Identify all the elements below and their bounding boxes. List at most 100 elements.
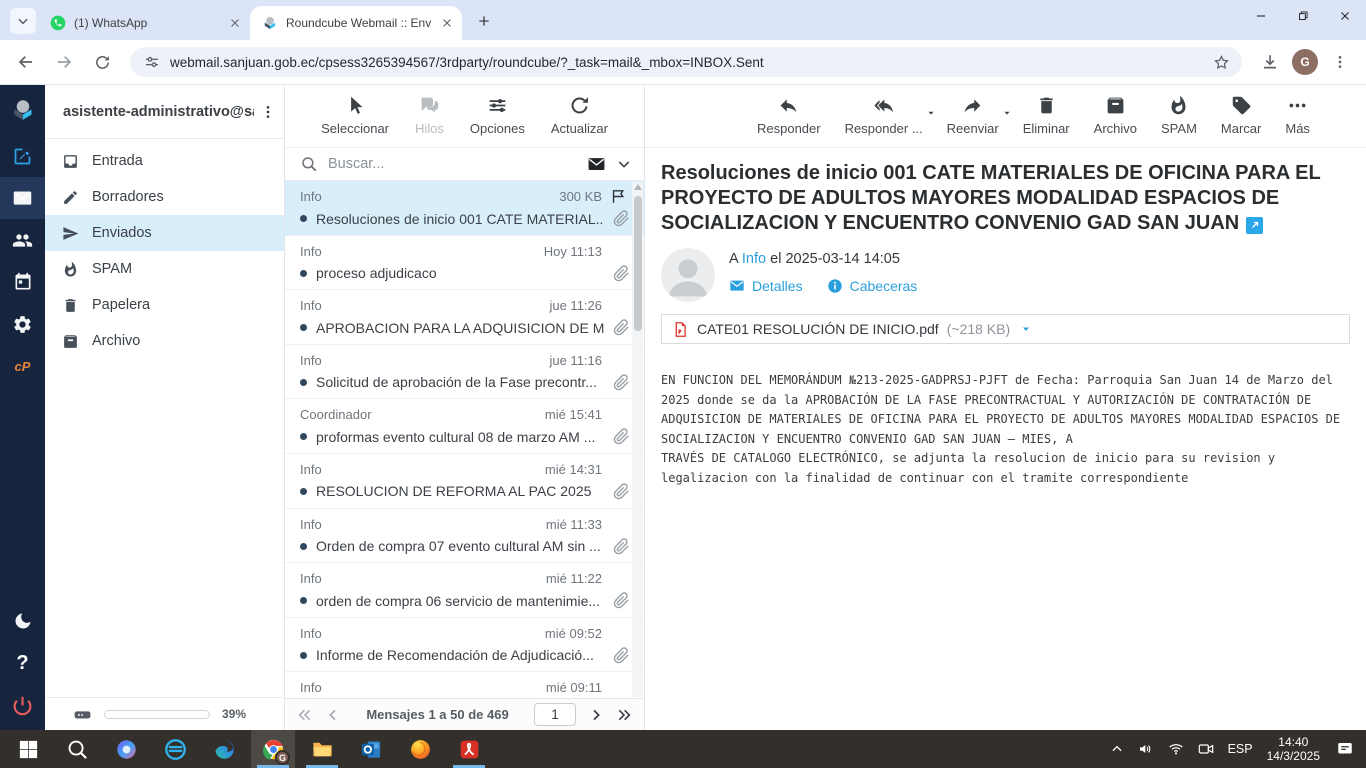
taskbar-outlook-button[interactable] bbox=[349, 730, 393, 768]
folder-item-spam[interactable]: SPAM bbox=[45, 251, 284, 287]
message-row[interactable]: Infomié 09:11 bbox=[285, 672, 644, 698]
last-page-button[interactable] bbox=[616, 707, 632, 723]
taskbar-edge-button[interactable] bbox=[202, 730, 246, 768]
message-row[interactable]: Infomié 14:31RESOLUCION DE REFORMA AL PA… bbox=[285, 454, 644, 509]
taskbar-copilot-button[interactable] bbox=[104, 730, 148, 768]
reload-button[interactable] bbox=[86, 46, 118, 78]
new-tab-button[interactable] bbox=[470, 7, 498, 35]
notification-icon[interactable] bbox=[1336, 740, 1354, 758]
meet-now-icon[interactable] bbox=[1198, 741, 1214, 757]
close-window-button[interactable] bbox=[1324, 0, 1366, 32]
taskbar-acrobat-button[interactable] bbox=[447, 730, 491, 768]
rail-logout-button[interactable] bbox=[0, 684, 45, 726]
message-row[interactable]: Infomié 11:22orden de compra 06 servicio… bbox=[285, 563, 644, 618]
list-options-button[interactable]: Opciones bbox=[470, 95, 525, 147]
chevron-down-icon[interactable] bbox=[616, 156, 632, 172]
first-page-button[interactable] bbox=[297, 707, 313, 723]
taskbar-ie-button[interactable] bbox=[153, 730, 197, 768]
back-button[interactable] bbox=[10, 46, 42, 78]
scrollbar-thumb[interactable] bbox=[634, 196, 642, 331]
message-row[interactable]: Info300 KBResoluciones de inicio 001 CAT… bbox=[285, 181, 644, 236]
message-delete-button[interactable]: Eliminar bbox=[1023, 95, 1070, 147]
browser-menu-button[interactable] bbox=[1324, 46, 1356, 78]
message-row[interactable]: Coordinadormié 15:41proformas evento cul… bbox=[285, 399, 644, 454]
volume-icon[interactable] bbox=[1138, 741, 1154, 757]
bookmark-star-icon[interactable] bbox=[1213, 54, 1230, 71]
page-number-input[interactable] bbox=[534, 703, 576, 726]
rail-compose-button[interactable] bbox=[0, 135, 45, 177]
message-row[interactable]: Infomié 09:52Informe de Recomendación de… bbox=[285, 618, 644, 673]
attachment-row[interactable]: CATE01 RESOLUCIÓN DE INICIO.pdf (~218 KB… bbox=[661, 314, 1350, 344]
browser-profile-avatar[interactable]: G bbox=[1292, 49, 1318, 75]
scroll-up-arrow[interactable] bbox=[634, 184, 642, 190]
dropdown-caret-icon[interactable] bbox=[926, 108, 936, 118]
address-bar[interactable]: webmail.sanjuan.gob.ec/cpsess3265394567/… bbox=[130, 47, 1242, 77]
message-reply-button[interactable]: Responder bbox=[757, 95, 821, 147]
tab-search-button[interactable] bbox=[10, 8, 36, 34]
forward-button[interactable] bbox=[48, 46, 80, 78]
rail-settings-button[interactable] bbox=[0, 303, 45, 345]
taskbar-firefox-button[interactable] bbox=[398, 730, 442, 768]
list-select-button[interactable]: Seleccionar bbox=[321, 95, 389, 147]
taskbar-search-button[interactable] bbox=[55, 730, 99, 768]
restore-button[interactable] bbox=[1282, 0, 1324, 32]
list-refresh-button[interactable]: Actualizar bbox=[551, 95, 608, 147]
search-input[interactable] bbox=[328, 156, 577, 172]
rail-help-button[interactable]: ? bbox=[0, 642, 45, 684]
folder-item-archivo[interactable]: Archivo bbox=[45, 323, 284, 359]
message-row[interactable]: Infomié 11:33Orden de compra 07 evento c… bbox=[285, 509, 644, 564]
prev-page-button[interactable] bbox=[325, 707, 341, 723]
taskbar-start-button[interactable] bbox=[6, 730, 50, 768]
message-forward-button[interactable]: Reenviar bbox=[947, 95, 999, 147]
taskbar-explorer-button[interactable] bbox=[300, 730, 344, 768]
message-row[interactable]: InfoHoy 11:13proceso adjudicaco bbox=[285, 236, 644, 291]
dots-icon bbox=[1287, 95, 1308, 116]
message-more-button[interactable]: Más bbox=[1285, 95, 1310, 147]
tray-expand-icon[interactable] bbox=[1110, 742, 1124, 756]
unread-dot bbox=[300, 652, 307, 659]
message-row[interactable]: Infojue 11:16Solicitud de aprobación de … bbox=[285, 345, 644, 400]
attachment-icon bbox=[613, 374, 630, 391]
message-date: jue 11:26 bbox=[549, 298, 602, 313]
rail-mail-button[interactable] bbox=[0, 177, 45, 219]
attachment-caret-icon[interactable] bbox=[1020, 323, 1032, 335]
rail-cpanel-button[interactable]: cP bbox=[0, 345, 45, 387]
language-indicator[interactable]: ESP bbox=[1228, 742, 1253, 756]
quota-progress bbox=[104, 710, 210, 719]
rail-darkmode-button[interactable] bbox=[0, 600, 45, 642]
search-scope-icon[interactable] bbox=[587, 155, 606, 174]
next-page-button[interactable] bbox=[588, 707, 604, 723]
message-archive-button[interactable]: Archivo bbox=[1094, 95, 1137, 147]
wifi-icon[interactable] bbox=[1168, 741, 1184, 757]
message-reply-all-button[interactable]: Responder ... bbox=[845, 95, 923, 147]
folder-item-borradores[interactable]: Borradores bbox=[45, 179, 284, 215]
taskbar-chrome-button[interactable]: G bbox=[251, 730, 295, 768]
site-info-icon[interactable] bbox=[144, 54, 160, 70]
message-spam-button[interactable]: SPAM bbox=[1161, 95, 1197, 147]
details-link[interactable]: Detalles bbox=[729, 278, 803, 294]
unread-dot bbox=[300, 270, 307, 277]
browser-tab-whatsapp[interactable]: (1) WhatsApp bbox=[38, 6, 250, 40]
folder-menu-icon[interactable] bbox=[260, 104, 276, 120]
message-mark-button[interactable]: Marcar bbox=[1221, 95, 1261, 147]
folder-item-papelera[interactable]: Papelera bbox=[45, 287, 284, 323]
folder-item-entrada[interactable]: Entrada bbox=[45, 143, 284, 179]
taskbar-clock[interactable]: 14:40 14/3/2025 bbox=[1267, 735, 1320, 763]
outlook-icon bbox=[360, 738, 383, 761]
rail-contacts-button[interactable] bbox=[0, 219, 45, 261]
list-scrollbar[interactable] bbox=[632, 182, 643, 697]
browser-tab-roundcube[interactable]: Roundcube Webmail :: Enviados bbox=[250, 6, 462, 40]
recipient-link[interactable]: Info bbox=[742, 251, 766, 267]
downloads-button[interactable] bbox=[1254, 46, 1286, 78]
dropdown-caret-icon[interactable] bbox=[1002, 108, 1012, 118]
tab-close-icon[interactable] bbox=[440, 16, 454, 30]
flag-icon[interactable] bbox=[610, 188, 627, 205]
message-row[interactable]: Infojue 11:26APROBACION PARA LA ADQUISIC… bbox=[285, 290, 644, 345]
tab-close-icon[interactable] bbox=[228, 16, 242, 30]
external-link-icon[interactable] bbox=[1246, 217, 1263, 234]
minimize-button[interactable] bbox=[1240, 0, 1282, 32]
folder-item-enviados[interactable]: Enviados bbox=[45, 215, 284, 251]
pagination-text: Mensajes 1 a 50 de 469 bbox=[353, 707, 522, 722]
rail-calendar-button[interactable] bbox=[0, 261, 45, 303]
headers-link[interactable]: Cabeceras bbox=[827, 278, 918, 294]
